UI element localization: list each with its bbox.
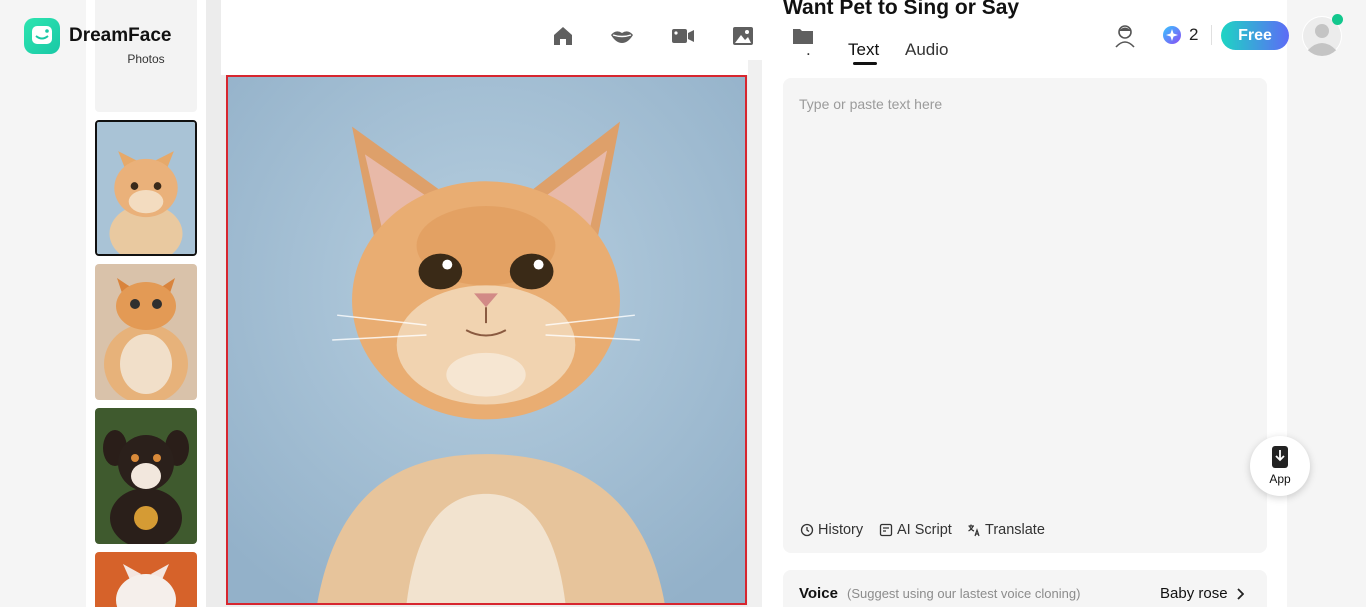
translate-button[interactable]: Translate bbox=[967, 522, 1045, 538]
history-button[interactable]: History bbox=[800, 522, 863, 538]
script-textarea[interactable] bbox=[783, 78, 1267, 553]
script-placeholder: Type or paste text here bbox=[799, 96, 943, 112]
voice-label: Voice bbox=[799, 585, 838, 602]
photos-label: Photos bbox=[127, 52, 165, 66]
video-camera-icon[interactable] bbox=[671, 24, 695, 48]
chubby-cat-thumbnail[interactable] bbox=[95, 264, 197, 400]
tab-active-indicator bbox=[853, 62, 877, 65]
brand-logo[interactable] bbox=[24, 18, 60, 54]
image-icon[interactable] bbox=[731, 24, 755, 48]
support-agent-icon[interactable] bbox=[1112, 22, 1138, 48]
selected-photo-preview[interactable] bbox=[226, 75, 747, 605]
chevron-right-icon bbox=[1236, 587, 1244, 600]
app-label: App bbox=[1269, 472, 1291, 486]
photos-tab[interactable]: Photos bbox=[95, 0, 197, 112]
history-label: History bbox=[818, 522, 864, 538]
ai-script-icon bbox=[879, 523, 893, 537]
panel-title: Want Pet to Sing or Say bbox=[783, 0, 1020, 19]
credit-count: 2 bbox=[1189, 25, 1199, 44]
folder-icon[interactable] bbox=[791, 24, 815, 48]
history-icon bbox=[800, 523, 814, 537]
tab-audio[interactable]: Audio bbox=[905, 40, 948, 60]
credits-icon bbox=[1162, 25, 1182, 45]
phone-download-icon bbox=[1272, 446, 1288, 468]
voice-name: Baby rose bbox=[1160, 585, 1228, 602]
ai-script-button[interactable]: AI Script bbox=[879, 522, 952, 538]
white-cat-thumbnail[interactable] bbox=[95, 552, 197, 607]
puppy-thumbnail[interactable] bbox=[95, 408, 197, 544]
panel-separator bbox=[748, 60, 762, 607]
free-plan-button[interactable]: Free bbox=[1221, 21, 1289, 50]
translate-label: Translate bbox=[985, 522, 1045, 538]
smiley-logo-icon bbox=[32, 26, 52, 44]
home-icon[interactable] bbox=[551, 24, 575, 48]
tab-text[interactable]: Text bbox=[848, 40, 879, 60]
sidebar-gutter bbox=[206, 0, 221, 607]
voice-value[interactable]: Baby rose bbox=[1160, 585, 1244, 602]
download-app-button[interactable]: App bbox=[1250, 436, 1310, 496]
ai-script-label: AI Script bbox=[897, 522, 952, 538]
online-status-dot bbox=[1332, 14, 1343, 25]
header-divider bbox=[1211, 25, 1212, 45]
voice-hint: (Suggest using our lastest voice cloning… bbox=[847, 586, 1081, 601]
translate-icon bbox=[968, 524, 980, 537]
orange-cat-thumbnail[interactable] bbox=[95, 120, 197, 256]
lips-icon[interactable] bbox=[610, 24, 634, 48]
brand-name[interactable]: DreamFace bbox=[69, 25, 171, 47]
